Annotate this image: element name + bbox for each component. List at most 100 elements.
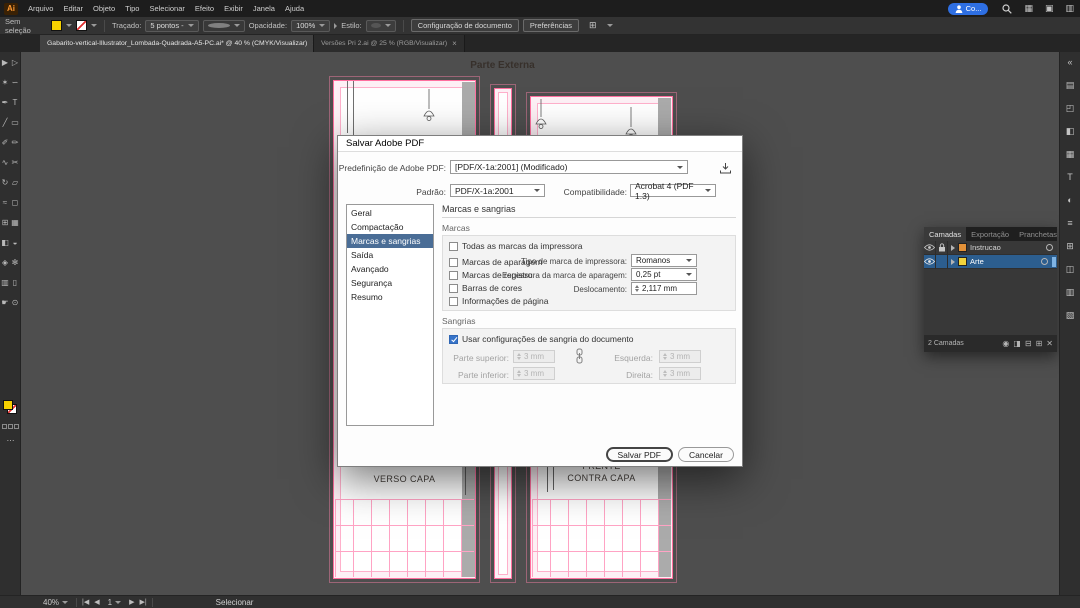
menu-arquivo[interactable]: Arquivo: [23, 0, 58, 17]
pen-tool-icon[interactable]: ✒: [0, 98, 10, 107]
offset-stepper[interactable]: 2,117 mm: [631, 282, 697, 295]
document-tab-active[interactable]: Gabarito-vertical-Illustrator_Lombada-Qu…: [40, 35, 314, 52]
fill-stroke-swatches[interactable]: [3, 400, 18, 415]
magic-wand-tool-icon[interactable]: ✶: [0, 78, 10, 87]
checkbox-registration-marks[interactable]: [449, 271, 458, 280]
eyedropper-tool-icon[interactable]: ◒: [10, 238, 20, 247]
type-tool-icon[interactable]: T: [10, 98, 20, 107]
swatches-panel-icon[interactable]: ◧: [1066, 126, 1075, 136]
symbol-sprayer-tool-icon[interactable]: ✻: [10, 258, 20, 267]
blend-tool-icon[interactable]: ◈: [0, 258, 10, 267]
artboard-number-select[interactable]: 1: [105, 598, 124, 607]
lock-toggle-empty[interactable]: [936, 255, 948, 269]
app-logo-icon[interactable]: Ai: [4, 3, 18, 15]
locate-object-icon[interactable]: ◉: [1002, 339, 1009, 348]
use-doc-bleed-row[interactable]: Usar configurações de sangria do documen…: [449, 334, 634, 344]
checkbox-use-document-bleed[interactable]: [449, 335, 458, 344]
menu-objeto[interactable]: Objeto: [88, 0, 120, 17]
printer-mark-type-select[interactable]: Romanos: [631, 254, 697, 267]
visibility-eye-icon[interactable]: [924, 241, 936, 255]
artboard-tool-icon[interactable]: ▯: [10, 278, 20, 287]
scale-tool-icon[interactable]: ▱: [10, 178, 20, 187]
target-circle-icon[interactable]: [1041, 258, 1048, 265]
pencil-tool-icon[interactable]: ✏: [10, 138, 20, 147]
category-geral[interactable]: Geral: [347, 206, 433, 220]
category-resumo[interactable]: Resumo: [347, 290, 433, 304]
workspace-icon[interactable]: ⊞: [589, 20, 597, 31]
preferences-button[interactable]: Preferências: [523, 19, 579, 32]
new-sublayer-icon[interactable]: ⊟: [1025, 339, 1032, 348]
rectangle-tool-icon[interactable]: ▭: [10, 118, 20, 127]
align-panel-icon[interactable]: ⊞: [1066, 241, 1074, 251]
share-button[interactable]: Co...: [948, 3, 989, 15]
standard-select[interactable]: PDF/X-1a:2001: [450, 184, 545, 197]
layer-name[interactable]: Arte: [970, 257, 1041, 266]
character-panel-icon[interactable]: T: [1067, 172, 1073, 182]
pathfinder-panel-icon[interactable]: ◫: [1066, 264, 1075, 274]
visibility-eye-icon[interactable]: [924, 255, 936, 269]
trim-weight-select[interactable]: 0,25 pt: [631, 268, 697, 281]
opacity-select[interactable]: 100%: [291, 20, 330, 32]
target-circle-icon[interactable]: [1046, 244, 1053, 251]
zoom-tool-icon[interactable]: ⊙: [10, 298, 20, 307]
menu-editar[interactable]: Editar: [58, 0, 88, 17]
close-tab-icon[interactable]: ×: [452, 39, 457, 48]
stroke-width-select[interactable]: 5 pontos -: [145, 20, 198, 32]
menu-tipo[interactable]: Tipo: [120, 0, 144, 17]
app-frame-icon[interactable]: ▥: [1065, 3, 1074, 14]
checkbox-page-info[interactable]: [449, 297, 458, 306]
graphic-style-select[interactable]: [366, 20, 396, 32]
rotate-tool-icon[interactable]: ↻: [0, 178, 10, 187]
category-list[interactable]: Geral Compactação Marcas e sangrias Saíd…: [346, 204, 434, 426]
width-tool-icon[interactable]: ≈: [0, 198, 10, 207]
chevron-down-icon[interactable]: [607, 24, 613, 27]
fill-swatch-icon[interactable]: [3, 400, 13, 410]
layer-row-instrucao[interactable]: Instrucao: [924, 241, 1057, 255]
edit-toolbar-icon[interactable]: ⋯: [0, 436, 21, 445]
menu-exibir[interactable]: Exibir: [219, 0, 248, 17]
category-marcas-e-sangrias[interactable]: Marcas e sangrias: [347, 234, 433, 248]
color-bars-row[interactable]: Barras de cores: [449, 283, 522, 293]
gradient-tool-icon[interactable]: ◧: [0, 238, 10, 247]
stroke-caret-icon[interactable]: [91, 24, 97, 27]
category-avancado[interactable]: Avançado: [347, 262, 433, 276]
tab-pranchetas[interactable]: Pranchetas: [1014, 227, 1062, 241]
page-info-row[interactable]: Informações de página: [449, 296, 548, 306]
tab-exportacao[interactable]: Exportação: [966, 227, 1014, 241]
mesh-tool-icon[interactable]: ▦: [10, 218, 20, 227]
document-tab-inactive[interactable]: Versões Pri 2.ai @ 25 % (RGB/Visualizar)…: [314, 35, 465, 52]
selection-tool-icon[interactable]: ▶: [0, 58, 10, 67]
menu-efeito[interactable]: Efeito: [190, 0, 219, 17]
free-transform-tool-icon[interactable]: ◻: [10, 198, 20, 207]
menu-janela[interactable]: Janela: [248, 0, 280, 17]
line-segment-tool-icon[interactable]: ╱: [0, 118, 10, 127]
color-panel-icon[interactable]: ▤: [1066, 80, 1075, 90]
save-pdf-button[interactable]: Salvar PDF: [606, 447, 673, 462]
fill-caret-icon[interactable]: [66, 24, 72, 27]
category-seguranca[interactable]: Segurança: [347, 276, 433, 290]
scissors-tool-icon[interactable]: ✂: [10, 158, 20, 167]
tab-camadas[interactable]: Camadas: [924, 227, 966, 241]
save-preset-icon[interactable]: [719, 162, 732, 174]
new-layer-icon[interactable]: ⊞: [1036, 339, 1043, 348]
column-graph-tool-icon[interactable]: ▥: [0, 278, 10, 287]
compatibility-select[interactable]: Acrobat 4 (PDF 1.3): [630, 184, 716, 197]
first-artboard-icon[interactable]: |◀: [82, 598, 89, 606]
menu-selecionar[interactable]: Selecionar: [144, 0, 189, 17]
width-profile-select[interactable]: [203, 20, 245, 32]
menu-ajuda[interactable]: Ajuda: [280, 0, 309, 17]
layer-name[interactable]: Instrucao: [970, 243, 1046, 252]
lasso-tool-icon[interactable]: ∽: [10, 78, 20, 87]
checkbox-trim-marks[interactable]: [449, 258, 458, 267]
shaper-tool-icon[interactable]: ∿: [0, 158, 10, 167]
graphic-styles-panel-icon[interactable]: ▥: [1066, 287, 1075, 297]
fill-color-swatch[interactable]: [51, 20, 62, 31]
transparency-panel-icon[interactable]: ◐: [1067, 195, 1072, 205]
expand-panels-icon[interactable]: «: [1067, 57, 1072, 67]
next-artboard-icon[interactable]: ▶: [129, 598, 134, 606]
arrange-documents-icon[interactable]: ▦: [1024, 3, 1033, 14]
pdf-preset-select[interactable]: [PDF/X-1a:2001] (Modificado): [450, 160, 688, 174]
cancel-button[interactable]: Cancelar: [678, 447, 734, 462]
perspective-grid-tool-icon[interactable]: ⊞: [0, 218, 10, 227]
draw-mode-icons[interactable]: [2, 424, 19, 429]
